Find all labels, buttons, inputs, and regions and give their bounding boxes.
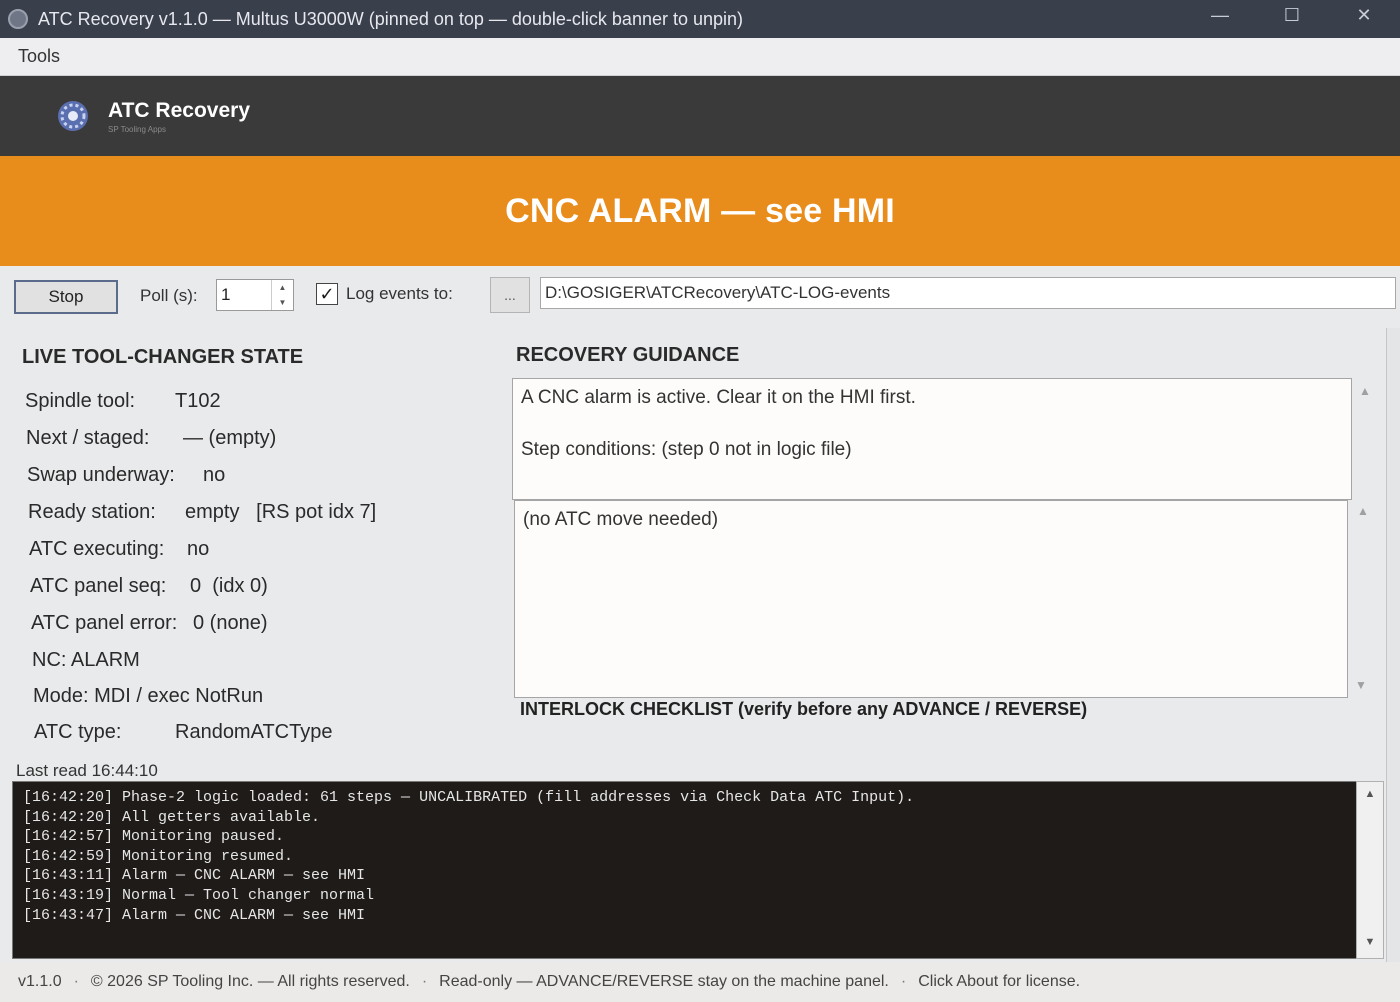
scroll-down-icon[interactable]: ▼ [1355, 678, 1367, 692]
state-label: ATC panel seq: [30, 575, 167, 597]
log-line: [16:43:19] Normal — Tool changer normal [23, 886, 375, 904]
state-value: empty [RS pot idx 7] [185, 501, 377, 523]
state-label: NC: ALARM [32, 649, 140, 671]
state-row: Ready station: empty [RS pot idx 7] [28, 501, 376, 524]
app-icon [8, 9, 28, 29]
state-heading: LIVE TOOL-CHANGER STATE [22, 346, 304, 368]
guidance-move: (no ATC move needed) [523, 509, 719, 530]
log-events-label: Log events to: [346, 284, 453, 303]
step-conditions: Step conditions: (step 0 not in logic fi… [521, 439, 852, 460]
gear-logo-icon [58, 101, 88, 131]
status-bar: v1.1.0 · © 2026 SP Tooling Inc. — All ri… [0, 962, 1400, 1002]
state-row: Swap underway: no [27, 464, 225, 487]
poll-label: Poll (s): [140, 286, 198, 305]
app-name: ATC Recovery [108, 98, 250, 122]
window-title: ATC Recovery v1.1.0 — Multus U3000W (pin… [38, 8, 744, 29]
guidance-heading: RECOVERY GUIDANCE [516, 344, 740, 366]
window-controls: — ☐ ✕ [1184, 0, 1400, 30]
state-row: ATC type: RandomATCType [34, 721, 332, 744]
copyright-label: © 2026 SP Tooling Inc. — All rights rese… [90, 973, 410, 990]
log-path-field[interactable]: D:\GOSIGER\ATCRecovery\ATC-LOG-events [540, 277, 1396, 309]
alarm-banner[interactable]: CNC ALARM — see HMI [0, 156, 1400, 266]
poll-stepper[interactable]: 1 ▲ ▼ [216, 279, 294, 311]
scroll-up-icon[interactable]: ▲ [1357, 788, 1383, 800]
guidance-message-box[interactable]: A CNC alarm is active. Clear it on the H… [512, 378, 1352, 500]
close-button[interactable]: ✕ [1328, 0, 1400, 30]
guidance-move-box[interactable]: (no ATC move needed) [514, 500, 1348, 698]
stepper-down-icon[interactable]: ▼ [272, 295, 293, 310]
version-label: v1.1.0 [18, 973, 62, 990]
state-label: Swap underway: [27, 464, 175, 486]
log-line: [16:43:11] Alarm — CNC ALARM — see HMI [23, 867, 366, 885]
menu-tools[interactable]: Tools [18, 46, 60, 67]
browse-button[interactable]: ... [490, 277, 530, 313]
toolbar: Stop Poll (s): 1 ▲ ▼ ✓ Log events to: ..… [0, 266, 1400, 328]
license-link[interactable]: Click About for license. [918, 973, 1080, 991]
maximize-button[interactable]: ☐ [1256, 0, 1328, 30]
state-value: RandomATCType [175, 721, 333, 743]
state-value: — (empty) [183, 427, 277, 449]
scroll-down-icon[interactable]: ▼ [1357, 936, 1383, 948]
log-line: [16:42:20] Phase-2 logic loaded: 61 step… [23, 789, 915, 806]
readonly-notice: Read-only — ADVANCE/REVERSE stay on the … [439, 973, 889, 990]
state-row: ATC executing: no [29, 538, 209, 561]
app-subtitle: SP Tooling Apps [108, 124, 166, 134]
state-row: Next / staged: — (empty) [26, 427, 276, 450]
log-events-checkbox[interactable]: ✓ [316, 283, 338, 305]
state-value: no [203, 464, 226, 486]
state-label: ATC type: [34, 721, 122, 743]
state-row: ATC panel error: 0 (none) [31, 612, 268, 635]
scroll-up-icon[interactable]: ▲ [1359, 384, 1371, 398]
log-line: [16:42:57] Monitoring paused. [23, 828, 285, 846]
state-value: T102 [175, 390, 221, 412]
log-line: [16:42:59] Monitoring resumed. [23, 847, 294, 865]
log-line: [16:43:47] Alarm — CNC ALARM — see HMI [23, 906, 366, 924]
state-row: Spindle tool: T102 [25, 390, 221, 413]
guidance-message: A CNC alarm is active. Clear it on the H… [521, 387, 916, 408]
title-bar[interactable]: ATC Recovery v1.1.0 — Multus U3000W (pin… [0, 0, 1400, 38]
console-scrollbar[interactable]: ▲ ▼ [1356, 781, 1384, 959]
log-line: [16:42:20] All getters available. [23, 808, 321, 826]
state-label: Ready station: [28, 501, 156, 523]
stepper-up-icon[interactable]: ▲ [272, 280, 293, 295]
state-row: ATC panel seq: 0 (idx 0) [30, 575, 268, 598]
alarm-banner-text: CNC ALARM — see HMI [505, 191, 895, 230]
nc-status: NC: ALARM [32, 649, 140, 672]
state-label: ATC executing: [29, 538, 165, 560]
state-label: Mode: MDI / exec NotRun [33, 685, 264, 707]
mode-status: Mode: MDI / exec NotRun [33, 685, 263, 708]
state-value: 0 (idx 0) [190, 575, 268, 597]
scroll-up-icon[interactable]: ▲ [1357, 504, 1369, 518]
stop-button[interactable]: Stop [14, 280, 118, 314]
app-header: ATC Recovery SP Tooling Apps [0, 76, 1400, 156]
state-value: no [187, 538, 210, 560]
event-log-console[interactable]: [16:42:20] Phase-2 logic loaded: 61 step… [12, 781, 1384, 959]
state-label: ATC panel error: [31, 612, 178, 634]
window-edge [1386, 328, 1400, 962]
last-read-time: Last read 16:44:10 [16, 761, 158, 780]
state-value: 0 (none) [193, 612, 268, 634]
poll-value[interactable]: 1 [221, 285, 230, 305]
interlock-heading: INTERLOCK CHECKLIST (verify before any A… [520, 699, 1088, 719]
minimize-button[interactable]: — [1184, 0, 1256, 30]
menu-bar: Tools [0, 38, 1400, 76]
state-label: Spindle tool: [25, 390, 136, 412]
state-label: Next / staged: [26, 427, 150, 449]
checkmark-icon: ✓ [319, 283, 335, 304]
